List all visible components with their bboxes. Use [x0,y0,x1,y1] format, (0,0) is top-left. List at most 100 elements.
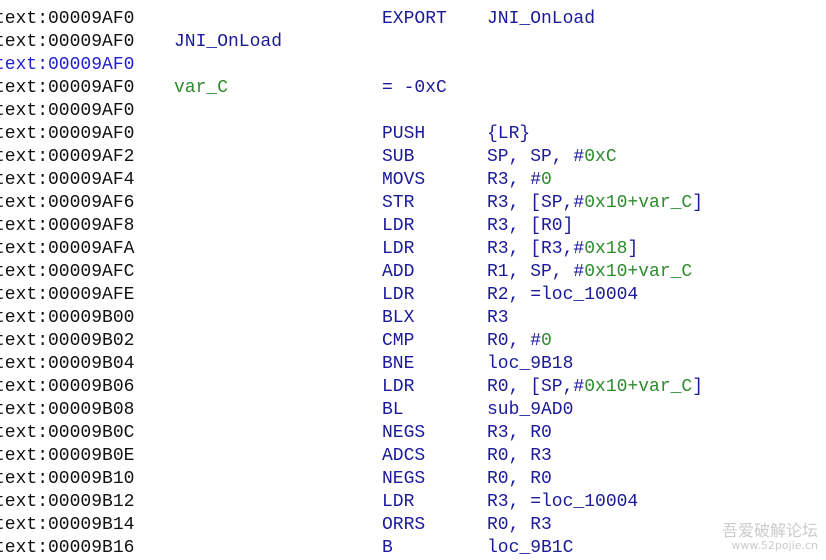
instruction-mnemonic: LDR [382,377,415,397]
disasm-line[interactable]: text:00009B16 Bloc_9B1C [0,537,826,560]
address-text: text:00009B02 [0,331,135,351]
address-text: text:00009AF0 [0,55,135,75]
address-text: text:00009AF0 [0,78,135,98]
instruction-mnemonic: CMP [382,331,415,351]
instruction-operands: loc_9B18 [487,353,573,376]
disasm-line[interactable]: text:00009B0E ADCS R0, R3 [0,445,826,468]
disasm-line[interactable]: text:00009AFA LDR R3, [R3,#0x18] [0,238,826,261]
instruction-mnemonic: = -0xC [382,78,447,98]
address-text: text:00009AF0 [0,9,135,29]
disassembly-listing: text:00009AF0text:00009AF0EXPORTJNI_OnLo… [0,0,826,560]
address-text: text:00009B0C [0,423,135,443]
address-text: text:00009B16 [0,538,135,558]
address-text: text:00009AF6 [0,193,135,213]
operand-text: R3, [R3,# [487,239,585,259]
address-text: text:00009AFE [0,285,135,305]
disasm-line[interactable]: text:00009B0C NEGS R3, R0 [0,422,826,445]
instruction-operands: R3, [R0] [487,215,573,238]
operand-constant: 0 [541,331,552,351]
instruction-mnemonic: SUB [382,147,415,167]
operand-constant: 0x18 [584,239,628,259]
operand-text: R3 [487,308,509,328]
operand-text: SP, SP, # [487,147,585,167]
disasm-line[interactable]: text:00009AF2 SUB SP, SP, #0xC [0,146,826,169]
disasm-line[interactable]: text:00009AF0 JNI_OnLoad [0,31,826,54]
instruction-mnemonic: NEGS [382,423,426,443]
address-text: text:00009AF0 [0,101,135,121]
address-text: text:00009AFC [0,262,135,282]
operand-text: R3, =loc_10004 [487,492,639,512]
address-text: text:00009AFA [0,239,135,259]
operand-constant: 0x10+var_C [584,262,693,282]
address-text: text:00009B04 [0,354,135,374]
operand-constant: 0xC [584,147,617,167]
disasm-line[interactable]: text:00009AF0 PUSH {LR} [0,123,826,146]
disasm-line[interactable]: text:00009B14 ORRS R0, R3 [0,514,826,537]
instruction-operands: loc_9B1C [487,537,573,560]
address-text: text:00009AF0 [0,32,135,52]
disasm-line[interactable]: text:00009AF0 [0,100,826,123]
instruction-mnemonic: LDR [382,239,415,259]
watermark: 吾爱破解论坛 www.52pojie.cn [722,522,818,552]
operand-text: R3, # [487,170,542,190]
instruction-operands: R3, R0 [487,422,552,445]
disasm-line[interactable]: text:00009B00 BLX R3 [0,307,826,330]
operand-text: R0, R3 [487,515,552,535]
instruction-mnemonic: NEGS [382,469,426,489]
instruction-operands: R3, =loc_10004 [487,491,638,514]
instruction-operands: JNI_OnLoad [487,8,595,31]
operand-text: R3, [R0] [487,216,574,236]
instruction-mnemonic: STR [382,193,415,213]
operand-text: R0, # [487,331,542,351]
instruction-operands: R3 [487,307,509,330]
disasm-line[interactable]: text:00009AFC ADD R1, SP, #0x10+var_C [0,261,826,284]
address-text: text:00009B00 [0,308,135,328]
instruction-mnemonic: ADCS [382,446,426,466]
instruction-mnemonic: B [382,538,393,558]
operand-constant: 0x10+var_C [584,377,693,397]
operand-text: R0, R0 [487,469,552,489]
instruction-operands: R0, [SP,#0x10+var_C] [487,376,703,399]
operand-text: R3, [SP,# [487,193,585,213]
function-label[interactable]: JNI_OnLoad [174,31,282,54]
address-text: text:00009AF8 [0,216,135,236]
disasm-line[interactable]: text:00009AFE LDR R2, =loc_10004 [0,284,826,307]
instruction-mnemonic: LDR [382,285,415,305]
disasm-line[interactable]: text:00009B12 LDR R3, =loc_10004 [0,491,826,514]
instruction-mnemonic: ORRS [382,515,426,535]
instruction-operands: sub_9AD0 [487,399,573,422]
address-text: text:00009AF4 [0,170,135,190]
disasm-line[interactable]: text:00009B10 NEGS R0, R0 [0,468,826,491]
disasm-line[interactable]: text:00009B04 BNE loc_9B18 [0,353,826,376]
operand-constant: 0 [541,170,552,190]
disasm-line[interactable]: text:00009B08 BL sub_9AD0 [0,399,826,422]
instruction-operands: R0, R3 [487,445,552,468]
address-text: text:00009AF0 [0,124,135,144]
instruction-operands: R3, #0 [487,169,552,192]
address-text: text:00009B14 [0,515,135,535]
address-text: text:00009AF2 [0,147,135,167]
operand-text: R3, R0 [487,423,552,443]
disasm-line[interactable]: text:00009B02 CMP R0, #0 [0,330,826,353]
instruction-mnemonic: LDR [382,492,415,512]
watermark-title: 吾爱破解论坛 [721,521,818,541]
operand-text: loc_9B1C [487,538,574,558]
disasm-line[interactable]: text:00009AF0 [0,0,826,8]
disasm-line[interactable]: text:00009AF0 var_C = -0xC [0,77,826,100]
instruction-mnemonic: LDR [382,216,415,236]
disasm-line[interactable]: text:00009AF6 STR R3, [SP,#0x10+var_C] [0,192,826,215]
address-text: text:00009B06 [0,377,135,397]
instruction-mnemonic: BL [382,400,404,420]
address-text: text:00009B08 [0,400,135,420]
disasm-line[interactable]: text:00009AF8 LDR R3, [R0] [0,215,826,238]
address-text: text:00009B0E [0,446,135,466]
operand-text: R1, SP, # [487,262,585,282]
address-text: text:00009B10 [0,469,135,489]
disasm-line[interactable]: text:00009AF0 [0,54,826,77]
operand-text: ] [627,239,639,259]
disasm-line[interactable]: text:00009B06 LDR R0, [SP,#0x10+var_C] [0,376,826,399]
disasm-line[interactable]: text:00009AF4 MOVS R3, #0 [0,169,826,192]
disasm-line[interactable]: text:00009AF0 EXPORT JNI_OnLoad [0,8,826,31]
stack-variable-label[interactable]: var_C [174,77,228,100]
operand-constant: 0x10+var_C [584,193,693,213]
